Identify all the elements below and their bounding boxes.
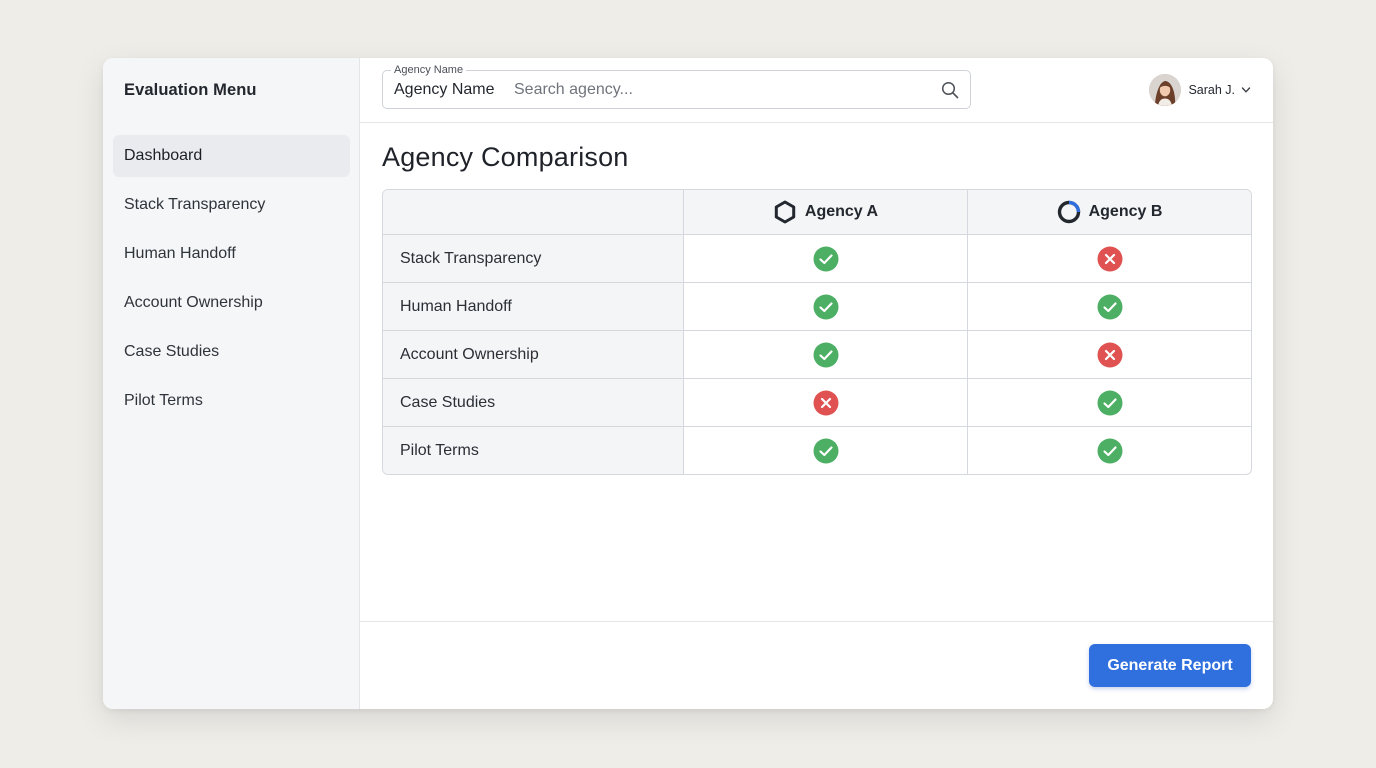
hexagon-logo-icon bbox=[774, 200, 796, 224]
sidebar-item-case-studies[interactable]: Case Studies bbox=[113, 331, 350, 373]
cross-icon bbox=[813, 390, 838, 415]
agency-a-status-cell bbox=[684, 331, 968, 378]
criterion-cell: Account Ownership bbox=[383, 331, 684, 378]
agency-b-name: Agency B bbox=[1088, 203, 1163, 220]
agency-a-status-cell bbox=[684, 283, 968, 330]
agency-a-status-cell bbox=[684, 379, 968, 426]
check-icon bbox=[813, 438, 838, 463]
check-icon bbox=[1097, 438, 1122, 463]
check-icon bbox=[813, 294, 838, 319]
agency-b-status-cell bbox=[968, 235, 1251, 282]
main-content: Agency Name Agency Name Search agency...… bbox=[360, 58, 1273, 709]
check-icon bbox=[1097, 390, 1122, 415]
sidebar-title: Evaluation Menu bbox=[124, 81, 257, 99]
sidebar-item-account-ownership[interactable]: Account Ownership bbox=[113, 282, 350, 324]
avatar[interactable] bbox=[1149, 74, 1182, 106]
sidebar-nav: Dashboard Stack Transparency Human Hando… bbox=[113, 135, 350, 429]
table-row: Case Studies bbox=[383, 378, 1251, 426]
generate-report-button[interactable]: Generate Report bbox=[1089, 644, 1251, 687]
agency-b-status-cell bbox=[968, 427, 1251, 474]
search-icon[interactable] bbox=[941, 81, 959, 99]
criterion-cell: Case Studies bbox=[383, 379, 684, 426]
agency-search-field[interactable]: Agency Name Agency Name bbox=[382, 64, 971, 109]
table-row: Human Handoff bbox=[383, 282, 1251, 330]
search-field-label: Agency Name bbox=[394, 81, 495, 98]
agency-a-name: Agency A bbox=[804, 203, 879, 220]
comparison-table: Agency A Agency B Stack Transparency Hum… bbox=[382, 189, 1252, 475]
page-title: Agency Comparison bbox=[382, 142, 629, 172]
agency-a-status-cell bbox=[684, 235, 968, 282]
table-row: Stack Transparency bbox=[383, 234, 1251, 282]
check-icon bbox=[813, 342, 838, 367]
agency-a-header: Agency A bbox=[684, 190, 968, 234]
agency-b-status-cell bbox=[968, 283, 1251, 330]
check-icon bbox=[1097, 294, 1122, 319]
sidebar-item-dashboard[interactable]: Dashboard bbox=[113, 135, 350, 177]
footer-bar: Generate Report bbox=[360, 621, 1273, 709]
criterion-cell: Human Handoff bbox=[383, 283, 684, 330]
check-icon bbox=[813, 246, 838, 271]
chevron-down-icon[interactable] bbox=[1241, 85, 1251, 95]
user-name: Sarah J. bbox=[1188, 83, 1235, 97]
avatar-portrait-icon bbox=[1149, 74, 1182, 106]
agency-b-status-cell bbox=[968, 379, 1251, 426]
table-row: Account Ownership bbox=[383, 330, 1251, 378]
sidebar-item-pilot-terms[interactable]: Pilot Terms bbox=[113, 380, 350, 422]
app-window: Evaluation Menu Dashboard Stack Transpar… bbox=[103, 58, 1273, 709]
search-field-legend: Agency Name bbox=[391, 64, 467, 77]
sidebar-item-human-handoff[interactable]: Human Handoff bbox=[113, 233, 350, 275]
table-header-row: Agency A Agency B bbox=[383, 190, 1251, 234]
top-bar: Agency Name Agency Name Search agency...… bbox=[360, 58, 1273, 123]
table-row: Pilot Terms bbox=[383, 426, 1251, 474]
search-input[interactable] bbox=[514, 77, 924, 103]
criterion-header-cell bbox=[383, 190, 684, 234]
agency-a-status-cell bbox=[684, 427, 968, 474]
criterion-cell: Pilot Terms bbox=[383, 427, 684, 474]
agency-b-header: Agency B bbox=[968, 190, 1251, 234]
agency-b-status-cell bbox=[968, 331, 1251, 378]
ring-logo-icon bbox=[1057, 200, 1080, 224]
sidebar: Evaluation Menu Dashboard Stack Transpar… bbox=[103, 58, 360, 709]
user-menu[interactable]: Sarah J. bbox=[1149, 74, 1251, 106]
sidebar-item-stack-transparency[interactable]: Stack Transparency bbox=[113, 184, 350, 226]
cross-icon bbox=[1097, 342, 1122, 367]
criterion-cell: Stack Transparency bbox=[383, 235, 684, 282]
cross-icon bbox=[1097, 246, 1122, 271]
